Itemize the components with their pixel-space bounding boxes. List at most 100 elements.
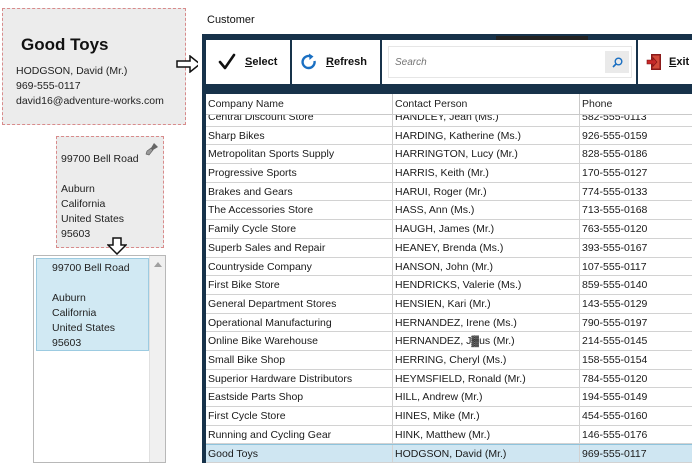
table-row[interactable]: General Department Stores HENSIEN, Kari (…: [206, 294, 692, 314]
contact-cell: HEANEY, Brenda (Ms.): [393, 238, 580, 257]
toolbar-separator: [290, 40, 292, 84]
phone-cell: 393-555-0167: [582, 241, 648, 254]
address-box-state: California: [52, 307, 97, 319]
column-header-contact[interactable]: Contact Person: [393, 94, 580, 115]
table-row[interactable]: Superior Hardware Distributors HEYMSFIELD…: [206, 369, 692, 389]
company-cell: First Bike Store: [206, 276, 393, 294]
phone-cell: 969-555-0117: [582, 448, 647, 461]
phone-cell: 454-555-0160: [582, 410, 648, 422]
select-button[interactable]: Select: [218, 40, 277, 84]
company-cell: Metropolitan Sports Supply: [206, 145, 393, 164]
contact-cell: HASS, Ann (Ms.): [393, 201, 580, 220]
phone-cell: 146-555-0176: [582, 428, 648, 441]
exit-label: Exit: [669, 56, 690, 68]
checkmark-icon: [218, 53, 236, 70]
table-row[interactable]: First Cycle Store HINES, Mike (Mr.) 454-55…: [206, 407, 692, 426]
select-label: Select: [245, 56, 278, 68]
grid-header: Company Name Contact Person Phone: [206, 94, 692, 115]
phone-cell: 158-555-0154: [582, 353, 648, 366]
contact-cell: HEYMSFIELD, Ronald (Mr.): [393, 369, 580, 388]
contact-cell: HAUGH, James (Mr.): [393, 220, 580, 238]
company-cell: Online Bike Warehouse: [206, 332, 393, 350]
table-row[interactable]: Family Cycle Store HAUGH, James (Mr.) 763-…: [206, 220, 692, 239]
customer-phone: 969-555-0117: [16, 80, 81, 92]
grid-body: Central Discount Store HANDLEY, Jean (Ms.…: [206, 115, 692, 463]
brush-icon[interactable]: [145, 142, 159, 156]
contact-cell: HARDING, Katherine (Ms.): [393, 126, 580, 145]
table-row[interactable]: Progressive Sports HARRIS, Keith (Mr.) 170…: [206, 164, 692, 183]
company-cell: General Department Stores: [206, 294, 393, 313]
phone-cell: 143-555-0129: [582, 297, 648, 310]
company-cell: The Accessories Store: [206, 201, 393, 220]
table-row[interactable]: Countryside Company HANSON, John (Mr.) 107…: [206, 257, 692, 277]
grid-rows: Central Discount Store HANDLEY, Jean (Ms.…: [206, 115, 692, 463]
address-state: California: [61, 198, 106, 210]
address-card: 99700 Bell Road Auburn California United…: [56, 136, 164, 248]
table-row[interactable]: Sharp Bikes HARDING, Katherine (Ms.) 926-5…: [206, 126, 692, 146]
phone-cell: 107-555-0117: [582, 260, 647, 273]
company-cell: Brakes and Gears: [206, 182, 393, 201]
column-header-phone[interactable]: Phone: [580, 94, 692, 115]
company-cell: Progressive Sports: [206, 164, 393, 182]
address-box-postal: 95603: [52, 337, 82, 349]
toolbar-separator: [636, 40, 638, 84]
refresh-button[interactable]: Refresh: [300, 40, 367, 84]
search-box: [388, 46, 632, 78]
contact-cell: HODGSON, David (Mr.): [393, 445, 580, 463]
phone-cell: 582-555-0113: [582, 115, 647, 123]
company-cell: Small Bike Shop: [206, 350, 393, 369]
contact-cell: HANDLEY, Jean (Ms.): [393, 115, 580, 126]
toolbar: Select Refresh Search Exit: [206, 40, 692, 84]
phone-cell: 926-555-0159: [582, 129, 648, 142]
address-box-city: Auburn: [52, 292, 86, 304]
contact-cell: HERNANDEZ, Irene (Ms.): [393, 313, 580, 332]
phone-cell: 194-555-0149: [582, 391, 648, 404]
company-cell: First Cycle Store: [206, 407, 393, 425]
table-row[interactable]: Small Bike Shop HERRING, Cheryl (Ms.) 158-…: [206, 350, 692, 370]
table-row[interactable]: The Accessories Store HASS, Ann (Ms.) 713-…: [206, 201, 692, 221]
customer-name: Good Toys: [21, 35, 109, 54]
contact-cell: HANSON, John (Mr.): [393, 257, 580, 276]
contact-cell: HINK, Matthew (Mr.): [393, 425, 580, 444]
company-cell: Superior Hardware Distributors: [206, 369, 393, 388]
customer-card: Good Toys HODGSON, David (Mr.) 969-555-0…: [2, 8, 186, 125]
phone-cell: 763-555-0120: [582, 223, 648, 236]
phone-cell: 784-555-0120: [582, 372, 648, 385]
scroll-up-icon[interactable]: [154, 262, 162, 267]
toolbar-separator: [380, 40, 382, 84]
table-row[interactable]: Operational Manufacturing HERNANDEZ, Iren…: [206, 313, 692, 333]
column-header-company[interactable]: Company Name: [206, 94, 393, 115]
table-row[interactable]: Eastside Parts Shop HILL, Andrew (Mr.) 194…: [206, 388, 692, 407]
table-row[interactable]: Brakes and Gears HARUI, Roger (Mr.) 774-55…: [206, 182, 692, 202]
contact-cell: HERNANDEZ, J▓us (Mr.): [393, 332, 580, 350]
address-box-country: United States: [52, 322, 116, 334]
search-input[interactable]: [395, 56, 595, 68]
arrow-down-icon: [107, 237, 127, 255]
company-cell: Central Discount Store: [206, 115, 393, 126]
customer-contact: HODGSON, David (Mr.): [16, 65, 128, 77]
contact-cell: HILL, Andrew (Mr.): [393, 388, 580, 406]
refresh-icon: [301, 53, 316, 70]
table-row[interactable]: First Bike Store HENDRICKS, Valerie (Ms.)…: [206, 276, 692, 295]
table-row[interactable]: Central Discount Store HANDLEY, Jean (Ms.…: [206, 115, 692, 127]
company-cell: Superb Sales and Repair: [206, 238, 393, 257]
search-button[interactable]: [605, 51, 629, 73]
phone-cell: 790-555-0197: [582, 316, 648, 329]
table-row[interactable]: Online Bike Warehouse HERNANDEZ, J▓us (Mr…: [206, 332, 692, 351]
table-row[interactable]: Superb Sales and Repair HEANEY, Brenda (M…: [206, 238, 692, 258]
company-cell: Running and Cycling Gear: [206, 425, 393, 444]
company-cell: Good Toys: [206, 445, 393, 463]
phone-cell: 713-555-0168: [582, 204, 648, 217]
company-cell: Operational Manufacturing: [206, 313, 393, 332]
address-textbox[interactable]: 99700 Bell Road Auburn California United…: [33, 255, 166, 463]
window-title: Customer: [207, 14, 255, 26]
exit-icon: [646, 54, 661, 70]
table-row[interactable]: Good Toys HODGSON, David (Mr.) 969-555-011…: [206, 444, 692, 463]
phone-cell: 774-555-0133: [582, 185, 648, 198]
table-row[interactable]: Metropolitan Sports Supply HARRINGTON, Lu…: [206, 145, 692, 165]
address-postal: 95603: [61, 228, 91, 240]
address-scrollbar[interactable]: [149, 256, 165, 462]
table-row[interactable]: Running and Cycling Gear HINK, Matthew (M…: [206, 425, 692, 445]
exit-button[interactable]: Exit: [646, 40, 689, 84]
contact-cell: HERRING, Cheryl (Ms.): [393, 350, 580, 369]
